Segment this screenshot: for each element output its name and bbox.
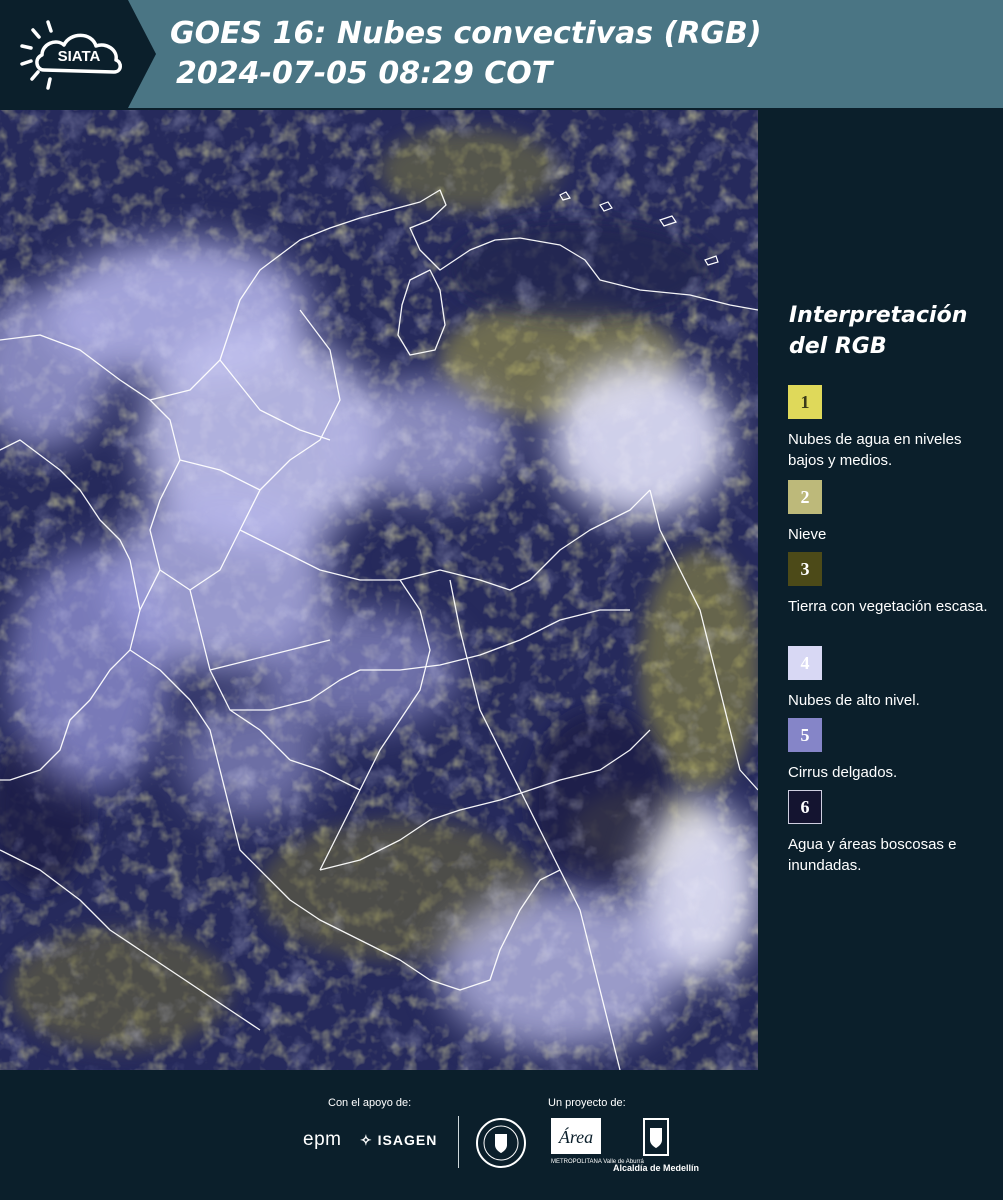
legend-swatch-5: 5 [788, 718, 822, 752]
siata-logo-text: SIATA [58, 48, 101, 65]
legend-label-3: Tierra con vegetación escasa. [788, 598, 988, 615]
legend-label-1: Nubes de agua en niveles bajos y medios. [788, 431, 962, 469]
area-logo-text: Área [558, 1126, 593, 1147]
legend-swatch-3: 3 [788, 552, 822, 586]
support-label: Con el apoyo de: [328, 1097, 412, 1109]
isagen-logo-text: ISAGEN [377, 1132, 438, 1148]
legend-swatch-4: 4 [788, 646, 822, 680]
legend-label-6: Agua y áreas boscosas e inundadas. [788, 836, 957, 874]
footer-divider [458, 1116, 459, 1168]
legend-item-2: 2 Nieve [788, 480, 998, 545]
legend-label-4: Nubes de alto nivel. [788, 692, 920, 709]
medellin-seal-logo [475, 1117, 527, 1174]
footer-bar: Con el apoyo de: Un proyecto de: epm ✧ I… [0, 1070, 1003, 1200]
legend-swatch-1: 1 [788, 385, 822, 419]
map-timestamp: 2024-07-05 08:29 COT [176, 56, 553, 91]
legend-item-6: 6 Agua y áreas boscosas e inundadas. [788, 790, 998, 876]
siata-logo: SIATA [0, 0, 156, 108]
legend-swatch-6: 6 [788, 790, 822, 824]
legend-label-2: Nieve [788, 526, 827, 543]
isagen-icon: ✧ [360, 1132, 373, 1148]
legend-item-5: 5 Cirrus delgados. [788, 718, 998, 783]
legend-swatch-2: 2 [788, 480, 822, 514]
legend-item-4: 4 Nubes de alto nivel. [788, 646, 998, 711]
legend-item-3: 3 Tierra con vegetación escasa. [788, 552, 998, 617]
project-label: Un proyecto de: [548, 1097, 626, 1109]
legend-panel: Interpretación del RGB 1 Nubes de agua e… [760, 110, 1003, 1070]
legend-item-1: 1 Nubes de agua en niveles bajos y medio… [788, 385, 998, 471]
alcaldia-medellin-logo: Alcaldía de Medellín [610, 1118, 702, 1173]
alcaldia-medellin-text: Alcaldía de Medellín [612, 1163, 700, 1173]
legend-label-5: Cirrus delgados. [788, 764, 898, 781]
isagen-logo: ✧ ISAGEN [360, 1132, 437, 1149]
satellite-rgb-map [0, 110, 760, 1070]
epm-logo: epm [303, 1129, 342, 1150]
header-bar: SIATA GOES 16: Nubes convectivas (RGB) 2… [0, 0, 1003, 108]
legend-title: Interpretación del RGB [789, 303, 968, 359]
map-title: GOES 16: Nubes convectivas (RGB) [170, 16, 762, 51]
